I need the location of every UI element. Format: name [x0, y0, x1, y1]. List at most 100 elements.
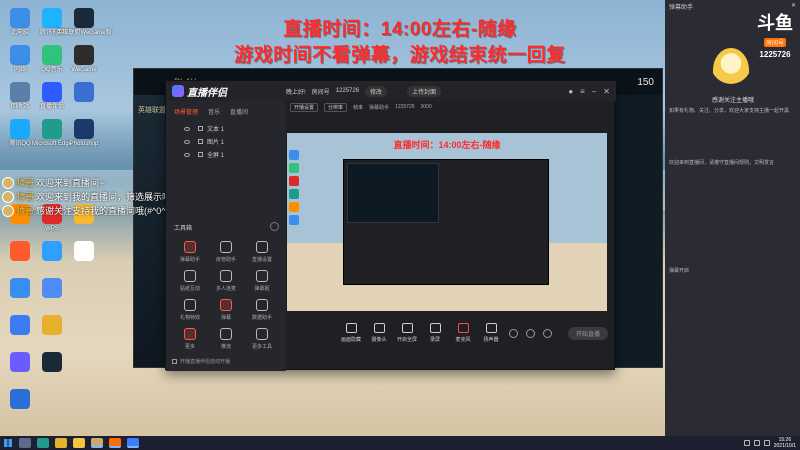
tool-item[interactable]: 弹幕助手 — [172, 241, 208, 263]
minimize-icon[interactable]: – — [592, 87, 596, 96]
camera-button[interactable]: 摄像头 — [365, 323, 393, 343]
desktop-icon[interactable]: 网络 — [2, 43, 38, 80]
checkbox[interactable] — [172, 359, 177, 364]
tool-item[interactable]: 更多工具 — [244, 328, 280, 350]
checkbox[interactable] — [198, 139, 203, 144]
scene-item[interactable]: 全屏 1 — [166, 148, 286, 161]
douyu-room-badge: 斗鱼 房间号 1225726 — [755, 14, 795, 59]
desktop-icon[interactable]: QQ音乐 — [34, 43, 70, 80]
record-icon — [429, 323, 441, 333]
desktop-icon[interactable] — [66, 239, 102, 276]
desktop-icon[interactable] — [2, 350, 38, 387]
desktop-icon[interactable] — [66, 80, 102, 117]
app-icon — [10, 241, 30, 261]
tool-label: 数据助手 — [251, 315, 272, 321]
tool-item[interactable]: 更多 — [172, 328, 208, 350]
comment-author: 帅哥 — [16, 192, 35, 202]
checkbox[interactable] — [198, 126, 203, 131]
network-tray-icon[interactable] — [743, 440, 750, 446]
tool-label: 贴纸互动 — [179, 286, 200, 292]
upload-cover-button[interactable]: 上传封面 — [407, 85, 442, 97]
desktop-icon[interactable] — [34, 313, 70, 350]
menu-icon[interactable]: ≡ — [580, 87, 585, 96]
desktop-icon[interactable] — [2, 387, 38, 424]
desktop-icon[interactable]: 回收站 — [2, 80, 38, 117]
scene-sidebar: 场景管理 音乐 直播间 文本 1 图片 1 全屏 1 工具箱 弹幕助手 房管助手… — [166, 101, 286, 371]
framerate-tag[interactable]: 帧率 — [353, 104, 363, 111]
desktop-icon[interactable] — [2, 313, 38, 350]
start-button[interactable] — [0, 436, 16, 450]
tab-music[interactable]: 音乐 — [208, 107, 220, 116]
stream-settings-tag[interactable]: 开播设置 — [290, 102, 319, 112]
app-icon — [74, 82, 94, 102]
fullscreen-button[interactable]: 开启全屏 — [393, 323, 421, 343]
tool-item[interactable]: 多人连麦 — [208, 270, 244, 292]
speaker-button[interactable]: 扬声器 — [477, 323, 505, 343]
tool-item[interactable]: 弹幕 — [208, 299, 244, 321]
edit-room-button[interactable]: 修改 — [365, 85, 388, 97]
app-logo-icon — [172, 85, 184, 97]
tab-room[interactable]: 直播间 — [230, 107, 248, 116]
resolution-tag[interactable]: 分辨率 — [324, 102, 348, 112]
close-icon[interactable]: ✕ — [791, 2, 796, 10]
eye-icon[interactable] — [184, 139, 190, 144]
comment-author: 帅哥 — [16, 178, 35, 188]
desktop-icon[interactable]: 腾讯QQ — [2, 117, 38, 154]
edge-taskbar-icon[interactable] — [37, 438, 49, 448]
microphone-button[interactable]: 麦克风 — [449, 323, 477, 343]
eye-icon[interactable] — [184, 152, 190, 157]
desktop-icon[interactable]: 此电脑 — [2, 6, 38, 43]
chrome-taskbar-icon[interactable] — [55, 438, 67, 448]
desktop-icon[interactable] — [2, 276, 38, 313]
tool-item[interactable]: 房管助手 — [208, 241, 244, 263]
desktop-icon[interactable] — [34, 239, 70, 276]
clock[interactable]: 15:26 2021/10/1 — [774, 437, 796, 449]
gear-icon[interactable] — [543, 328, 552, 338]
desktop-icon[interactable] — [2, 239, 38, 276]
tool-item[interactable]: 贴纸互动 — [172, 270, 208, 292]
desktop-icon[interactable] — [34, 276, 70, 313]
tool-item[interactable]: 推流 — [208, 328, 244, 350]
desktop-icon[interactable]: 腾讯视频 — [34, 6, 70, 43]
desktop-icon-label: 此电脑 — [10, 30, 29, 36]
preview-icon — [289, 215, 299, 225]
league-taskbar-icon[interactable] — [91, 438, 103, 448]
input-method-icon[interactable] — [763, 440, 770, 446]
live-companion-taskbar-icon[interactable] — [127, 438, 139, 448]
avatar[interactable]: ● — [568, 87, 573, 96]
scene-label: 图片 1 — [207, 140, 225, 146]
folder-icon[interactable] — [73, 438, 85, 448]
start-live-button[interactable]: 开始直播 — [568, 326, 608, 340]
chat-icon[interactable] — [509, 328, 518, 338]
scene-item[interactable]: 文本 1 — [166, 122, 286, 135]
record-button[interactable]: 录屏 — [421, 323, 449, 343]
document-icon — [74, 241, 94, 261]
scene-item[interactable]: 图片 1 — [166, 135, 286, 148]
search-icon[interactable] — [19, 438, 31, 448]
sticker-icon — [184, 270, 196, 282]
checkbox[interactable] — [198, 152, 203, 157]
douyu-taskbar-icon[interactable] — [109, 438, 121, 448]
tab-scenes[interactable]: 场景管理 — [174, 107, 198, 116]
tool-item[interactable]: 礼物特效 — [172, 299, 208, 321]
desktop: 此电脑 网络 回收站 腾讯QQ 腾讯视频 QQ音乐 直播伴侣 Microsoft… — [0, 0, 800, 436]
desktop-icon[interactable] — [34, 350, 70, 387]
close-icon[interactable]: ✕ — [603, 87, 610, 96]
more-icon[interactable] — [270, 222, 279, 231]
desktop-icon-label: 腾讯QQ — [9, 141, 31, 147]
danmu-helper-tag[interactable]: 弹幕助手 — [369, 104, 389, 111]
desktop-icon[interactable]: 直播伴侣 — [34, 80, 70, 117]
desktop-icon[interactable]: WeGame — [66, 43, 102, 80]
desktop-icon[interactable]: Photoshop — [66, 117, 102, 154]
eye-icon[interactable] — [184, 126, 190, 131]
control-label: 麦克风 — [455, 337, 471, 343]
auto-start-option[interactable]: 开播直播伴侣自动开播 — [172, 358, 230, 365]
desktop-icon[interactable]: 英雄联盟WeGame版 — [56, 6, 112, 43]
tool-item[interactable]: 数据助手 — [244, 299, 280, 321]
volume-tray-icon[interactable] — [753, 440, 760, 446]
desktop-icon[interactable]: Microsoft Edge — [32, 117, 72, 154]
tool-item[interactable]: 弹幕姬 — [244, 270, 280, 292]
eye-icon[interactable] — [526, 328, 535, 338]
tool-item[interactable]: 直播设置 — [244, 241, 280, 263]
hide-screen-button[interactable]: 画面隐藏 — [337, 323, 365, 343]
